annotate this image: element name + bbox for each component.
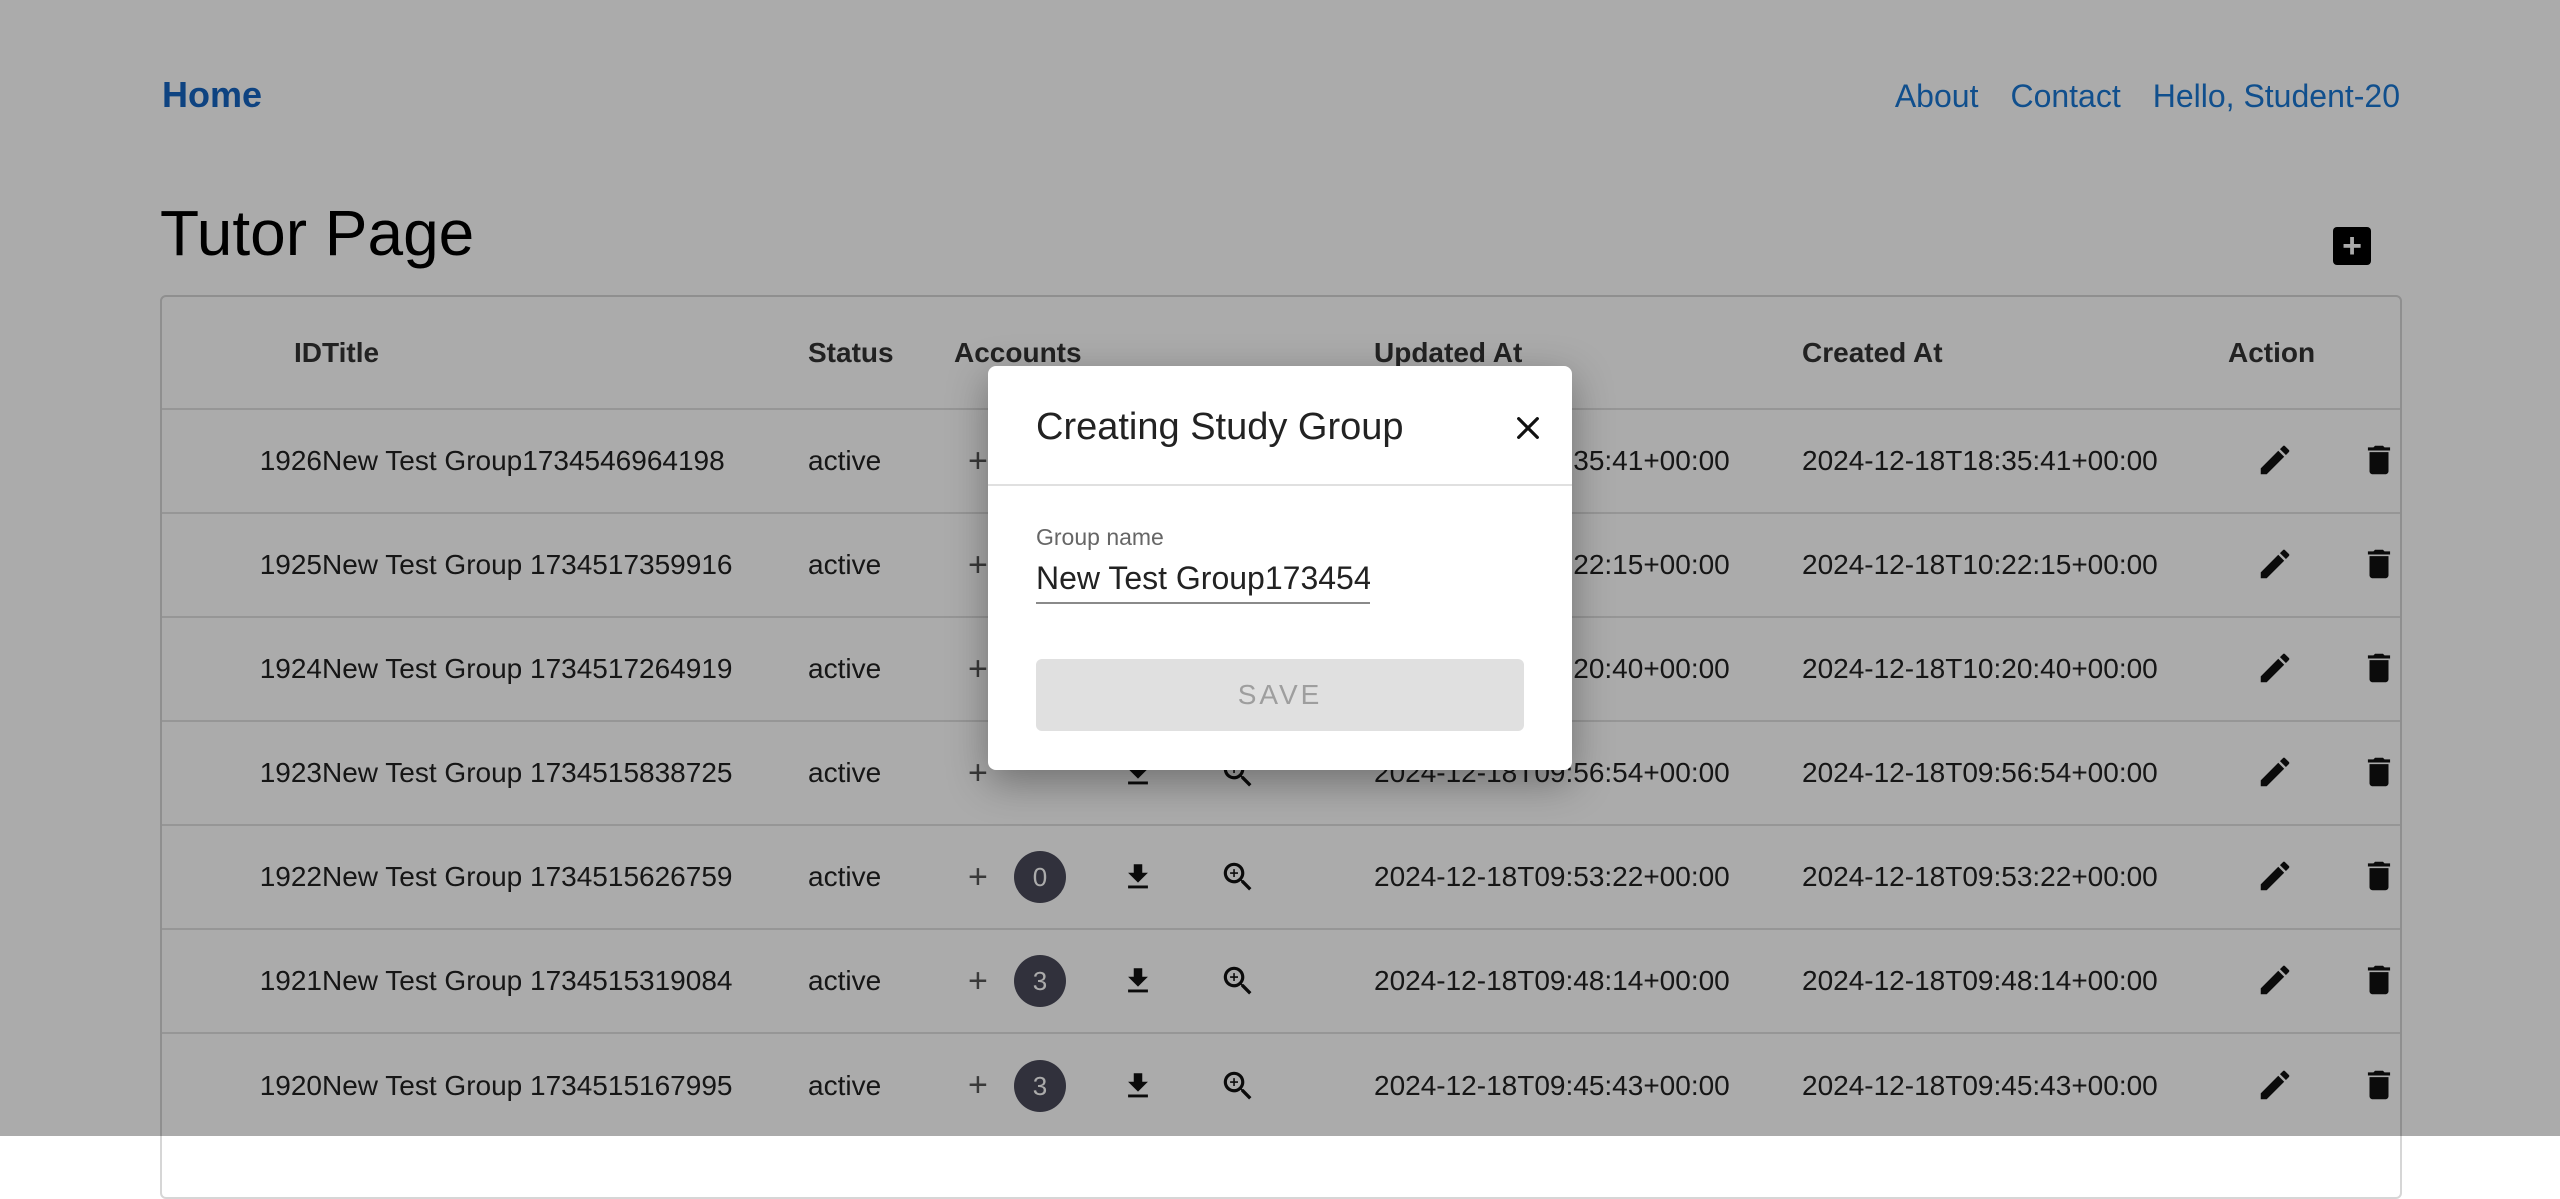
tutor-page: Home About Contact Hello, Student-20 Tut… bbox=[0, 0, 2560, 1199]
close-icon bbox=[1517, 417, 1539, 439]
dialog-title: Creating Study Group bbox=[1036, 406, 1404, 448]
create-group-dialog: Creating Study Group Group name SAVE bbox=[988, 366, 1572, 770]
group-name-label: Group name bbox=[1036, 524, 1164, 550]
close-button[interactable] bbox=[1508, 408, 1548, 448]
save-button[interactable]: SAVE bbox=[1036, 659, 1524, 731]
group-name-input[interactable] bbox=[1036, 554, 1370, 604]
dialog-divider bbox=[988, 484, 1572, 486]
